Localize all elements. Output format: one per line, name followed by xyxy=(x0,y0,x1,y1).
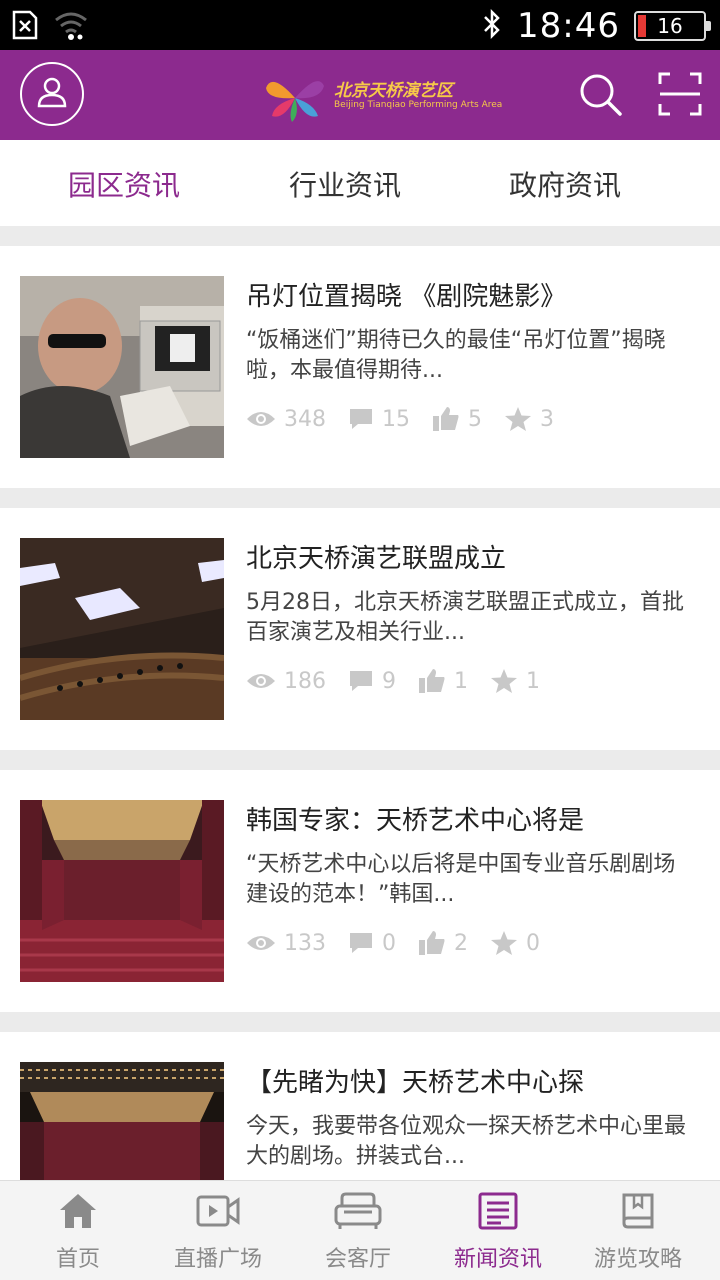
views-count: 348 xyxy=(246,407,326,432)
star-icon xyxy=(491,669,517,693)
list-item[interactable]: 吊灯位置揭晓 《剧院魅影》 “饭桶迷们”期待已久的最佳“吊灯位置”揭晓啦，本最值… xyxy=(0,246,720,488)
article-stats: 133 0 2 0 xyxy=(246,930,562,956)
thumbs-up-icon xyxy=(419,931,445,955)
nav-label: 首页 xyxy=(55,1247,100,1272)
article-summary: 今天，我要带各位观众一探天桥艺术中心里最大的剧场。拼装式台... xyxy=(246,1114,687,1169)
nav-label: 直播广场 xyxy=(173,1247,262,1272)
list-item[interactable]: 韩国专家：天桥艺术中心将是 “天桥艺术中心以后将是中国专业音乐剧剧场建设的范本！… xyxy=(0,770,720,1012)
nav-label: 会客厅 xyxy=(324,1247,391,1272)
article-thumbnail xyxy=(20,1062,224,1180)
app-logo: 北京天桥演艺区 Beijing Tianqiao Performing Arts… xyxy=(262,70,502,124)
logo-butterfly-icon xyxy=(266,81,324,122)
comment-icon xyxy=(350,409,372,429)
comments-count: 0 xyxy=(348,931,396,956)
search-icon xyxy=(578,74,624,122)
eye-icon xyxy=(247,674,275,688)
bluetooth-icon xyxy=(481,8,503,43)
sofa-icon xyxy=(288,1189,428,1233)
likes-count: 2 xyxy=(418,930,468,956)
article-list: 吊灯位置揭晓 《剧院魅影》 “饭桶迷们”期待已久的最佳“吊灯位置”揭晓啦，本最值… xyxy=(0,226,720,1180)
tab-government-news[interactable]: 政府资讯 xyxy=(509,164,621,204)
comment-icon xyxy=(350,671,372,691)
home-icon xyxy=(8,1189,148,1233)
article-title: 【先睹为快】天桥艺术中心探 xyxy=(246,1068,585,1098)
battery-icon: 16 xyxy=(634,11,711,41)
nav-label: 新闻资讯 xyxy=(453,1247,542,1272)
status-bar: 18:46 16 xyxy=(0,0,720,50)
likes-count: 1 xyxy=(418,668,468,694)
sim-error-icon xyxy=(12,10,38,44)
logo-subtitle: Beijing Tianqiao Performing Arts Area xyxy=(334,100,503,110)
bottom-navigation: 首页 直播广场 会客厅 新闻资讯 游览攻略 xyxy=(0,1180,720,1280)
favorites-count: 3 xyxy=(504,406,554,432)
eye-icon xyxy=(247,412,275,426)
list-item[interactable]: 北京天桥演艺联盟成立 5月28日，北京天桥演艺联盟正式成立，首批百家演艺及相关行… xyxy=(0,508,720,750)
nav-home[interactable]: 首页 xyxy=(8,1189,148,1273)
likes-count: 5 xyxy=(432,406,482,432)
nav-lounge[interactable]: 会客厅 xyxy=(288,1189,428,1273)
thumbs-up-icon xyxy=(433,407,459,431)
battery-level: 16 xyxy=(657,14,683,38)
article-title: 韩国专家：天桥艺术中心将是 xyxy=(246,806,585,836)
article-title: 北京天桥演艺联盟成立 xyxy=(246,544,507,574)
article-thumbnail xyxy=(20,800,224,982)
comment-icon xyxy=(350,933,372,953)
star-icon xyxy=(491,931,517,955)
nav-tour-guide[interactable]: 游览攻略 xyxy=(568,1189,708,1273)
search-button[interactable] xyxy=(578,72,624,118)
eye-icon xyxy=(247,936,275,950)
comments-count: 15 xyxy=(348,407,410,432)
book-icon xyxy=(568,1189,708,1233)
article-summary: 5月28日，北京天桥演艺联盟正式成立，首批百家演艺及相关行业... xyxy=(246,590,684,645)
views-count: 133 xyxy=(246,931,326,956)
tab-park-news[interactable]: 园区资讯 xyxy=(68,164,180,204)
news-icon xyxy=(428,1189,568,1233)
article-summary: “饭桶迷们”期待已久的最佳“吊灯位置”揭晓啦，本最值得期待... xyxy=(246,328,666,383)
logo-title: 北京天桥演艺区 xyxy=(334,81,453,101)
thumbs-up-icon xyxy=(419,669,445,693)
wifi-icon xyxy=(54,10,88,44)
article-stats: 186 9 1 1 xyxy=(246,668,562,694)
app-header: 北京天桥演艺区 Beijing Tianqiao Performing Arts… xyxy=(0,50,720,140)
favorites-count: 0 xyxy=(490,930,540,956)
status-time: 18:46 xyxy=(517,6,620,46)
scan-button[interactable] xyxy=(658,72,702,116)
article-stats: 348 15 5 3 xyxy=(246,406,576,432)
user-icon xyxy=(32,72,72,116)
nav-label: 游览攻略 xyxy=(593,1247,682,1272)
article-summary: “天桥艺术中心以后将是中国专业音乐剧剧场建设的范本！”韩国... xyxy=(246,852,676,907)
nav-news[interactable]: 新闻资讯 xyxy=(428,1189,568,1273)
user-profile-button[interactable] xyxy=(20,62,84,126)
scan-icon xyxy=(658,72,702,120)
star-icon xyxy=(505,407,531,431)
article-title: 吊灯位置揭晓 《剧院魅影》 xyxy=(246,282,567,312)
article-thumbnail xyxy=(20,276,224,458)
nav-live-square[interactable]: 直播广场 xyxy=(148,1189,288,1273)
video-icon xyxy=(148,1189,288,1233)
comments-count: 9 xyxy=(348,669,396,694)
tab-industry-news[interactable]: 行业资讯 xyxy=(289,164,401,204)
views-count: 186 xyxy=(246,669,326,694)
news-category-tabs: 园区资讯 行业资讯 政府资讯 xyxy=(0,140,720,226)
favorites-count: 1 xyxy=(490,668,540,694)
list-item[interactable]: 【先睹为快】天桥艺术中心探 今天，我要带各位观众一探天桥艺术中心里最大的剧场。拼… xyxy=(0,1032,720,1180)
article-thumbnail xyxy=(20,538,224,720)
